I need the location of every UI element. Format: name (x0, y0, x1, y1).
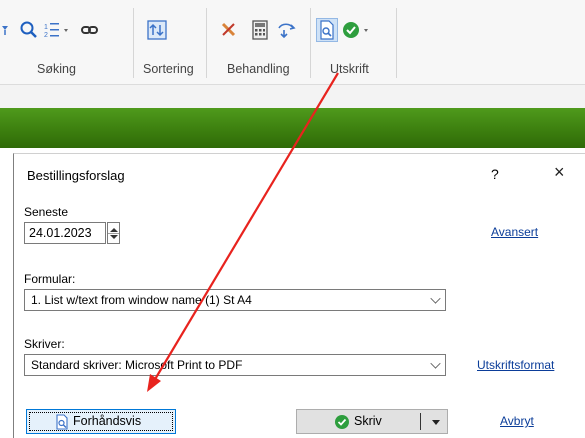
chevron-down-icon (430, 293, 441, 304)
group-label-sortering: Sortering (143, 62, 194, 76)
group-separator (133, 8, 134, 78)
spin-divider (108, 233, 119, 234)
preview-doc-icon (54, 413, 70, 434)
search-icon[interactable] (19, 20, 39, 40)
group-label-soking: Søking (37, 62, 76, 76)
svg-text:1: 1 (44, 24, 48, 31)
check-circle-icon[interactable] (342, 20, 368, 40)
button-split-divider (420, 413, 421, 430)
write-button-label: Skriv (354, 414, 382, 428)
filter-small-icon[interactable] (0, 20, 20, 40)
caret-down-icon[interactable] (432, 420, 440, 425)
form-select-value: 1. List w/text from window name (1) St A… (31, 293, 252, 307)
form-label: Formular: (24, 272, 76, 286)
preview-button-label: Forhåndsvis (73, 414, 142, 428)
group-separator (310, 8, 311, 78)
tools-icon[interactable] (219, 20, 239, 40)
print-format-link[interactable]: Utskriftsformat (477, 358, 554, 372)
form-select[interactable]: 1. List w/text from window name (1) St A… (24, 289, 446, 311)
help-button[interactable]: ? (491, 166, 499, 182)
group-label-utskrift: Utskrift (330, 62, 369, 76)
printer-select[interactable]: Standard skriver: Microsoft Print to PDF (24, 354, 446, 376)
printer-label: Skriver: (24, 337, 65, 351)
close-icon[interactable]: × (554, 162, 565, 183)
group-separator (396, 8, 397, 78)
preview-button[interactable]: Forhåndsvis (26, 409, 176, 434)
chevron-down-icon (430, 358, 441, 369)
numbered-list-icon[interactable]: 12 (44, 20, 68, 40)
advanced-link[interactable]: Avansert (491, 225, 538, 239)
cancel-link[interactable]: Avbryt (500, 414, 534, 428)
write-button[interactable]: Skriv (296, 409, 448, 434)
print-preview-icon[interactable] (316, 18, 338, 42)
dialog-title: Bestillingsforslag (27, 168, 125, 183)
header-banner (0, 108, 585, 148)
group-separator (206, 8, 207, 78)
ribbon-toolbar: 12 Søking Sortering Behandling Utskrift (0, 0, 585, 84)
spin-up-icon[interactable] (110, 228, 118, 232)
date-field[interactable]: 24.01.2023 (24, 222, 106, 244)
transfer-icon[interactable] (276, 20, 296, 40)
order-proposal-dialog: Bestillingsforslag ? × Seneste 24.01.202… (13, 153, 585, 438)
check-circle-icon (334, 414, 350, 433)
printer-select-value: Standard skriver: Microsoft Print to PDF (31, 358, 243, 372)
sort-icon[interactable] (147, 20, 167, 40)
spin-down-icon[interactable] (110, 235, 118, 239)
group-label-behandling: Behandling (227, 62, 290, 76)
date-spinner[interactable] (107, 222, 120, 244)
svg-text:2: 2 (44, 32, 48, 39)
link-icon[interactable] (80, 20, 100, 40)
toolbar-strip (0, 85, 585, 108)
latest-label: Seneste (24, 205, 69, 219)
calculator-icon[interactable] (250, 20, 270, 40)
